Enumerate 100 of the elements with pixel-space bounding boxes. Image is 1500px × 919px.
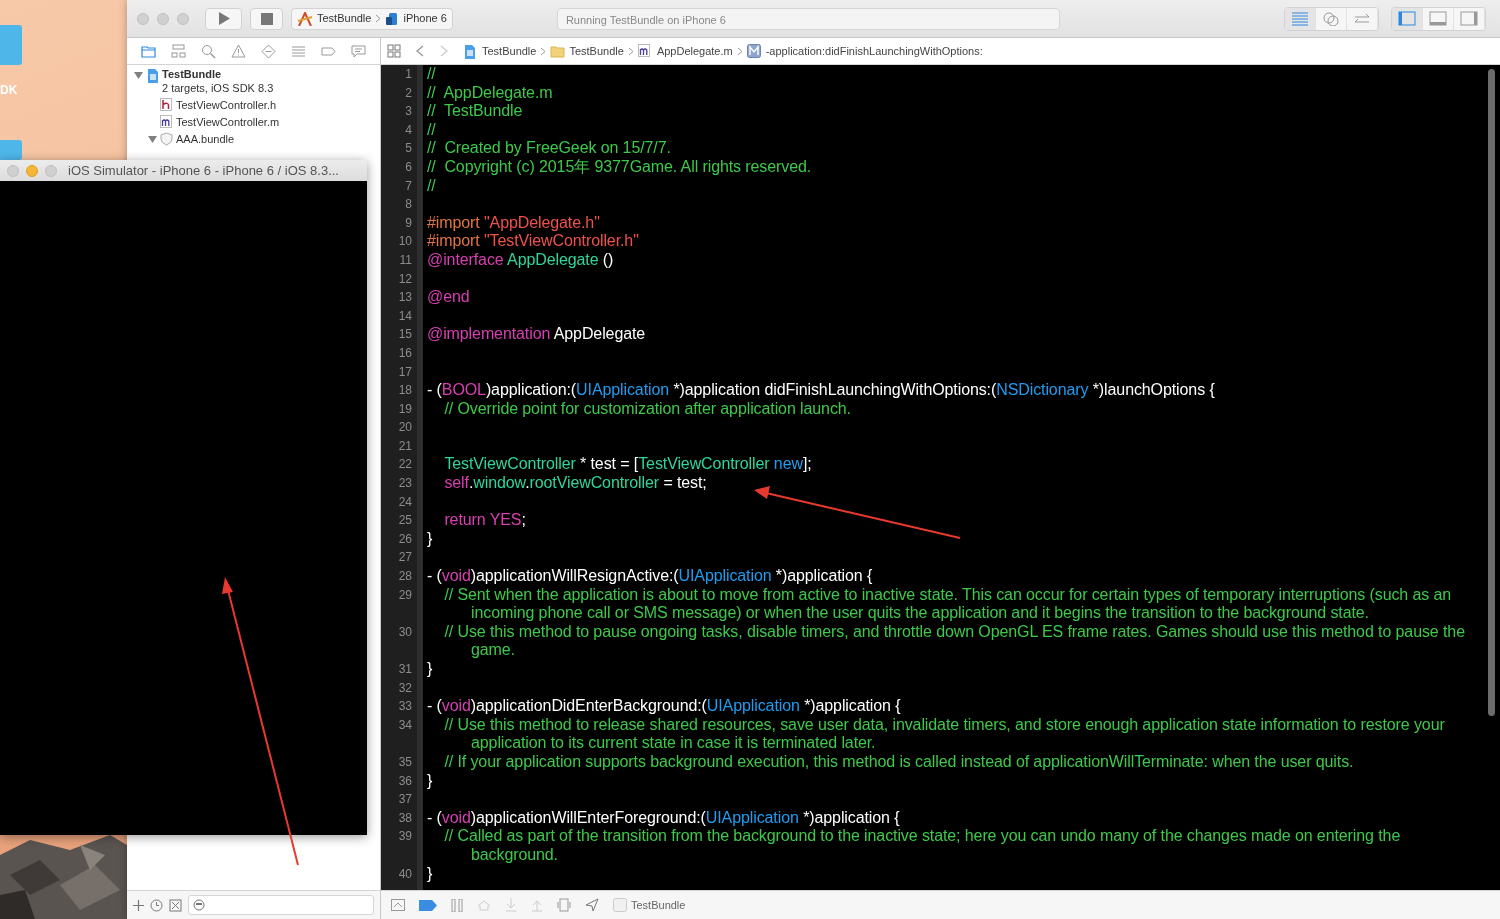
add-icon[interactable]	[133, 899, 144, 911]
warning-icon[interactable]	[230, 43, 246, 59]
breadcrumb[interactable]: AppDelegate.m	[656, 42, 733, 60]
line-number: 2	[404, 84, 413, 102]
step-over-icon[interactable]	[477, 899, 491, 911]
code-line: - (void)applicationDidEnterBackground:(UIApplication *)application {	[426, 697, 902, 716]
location-icon[interactable]	[585, 898, 599, 912]
folder-icon[interactable]	[0, 140, 22, 160]
line-number: 4	[404, 121, 413, 139]
line-number: 37	[397, 791, 413, 809]
app-icon	[613, 898, 627, 912]
scheme-selector[interactable]: TestBundle iPhone 6	[291, 7, 453, 30]
filter-icon	[193, 899, 205, 911]
arrows-icon	[1353, 11, 1371, 26]
line-number: 15	[397, 326, 413, 344]
document-icon	[463, 43, 478, 59]
line-number: 36	[397, 772, 413, 790]
code-line: - (BOOL)application:(UIApplication *)application didFinishLaunchingWithOptions:(NSDictionary *)launchOptions {	[426, 381, 1216, 400]
search-icon[interactable]	[200, 43, 216, 59]
project-subtitle: 2 targets, iOS SDK 8.3	[162, 81, 274, 95]
method-icon	[746, 43, 762, 59]
device-frame-icon[interactable]	[557, 898, 571, 912]
close-button[interactable]	[7, 164, 19, 177]
scrollbar[interactable]	[1488, 69, 1495, 716]
diamond-icon[interactable]	[261, 43, 277, 59]
stop-icon	[260, 12, 273, 25]
line-number: 31	[397, 661, 413, 678]
code-line: //	[426, 65, 437, 84]
code-line: // Override point for customization after application launch.	[443, 399, 852, 419]
lines-icon	[1291, 11, 1309, 26]
line-number: 27	[397, 549, 413, 567]
step-into-icon[interactable]	[505, 898, 517, 912]
line-number: 13	[397, 289, 413, 307]
line-number: 29	[397, 586, 413, 604]
line-number: 28	[397, 568, 413, 586]
code-line: }	[426, 529, 434, 549]
scheme-name: TestBundle	[317, 11, 372, 27]
breadcrumb[interactable]: TestBundle	[569, 42, 624, 60]
code-line: }	[426, 660, 434, 679]
file-name[interactable]: AAA.bundle	[176, 132, 235, 147]
speech-icon[interactable]	[351, 43, 367, 59]
code-line: TestViewController * test = [TestViewController new];	[443, 455, 813, 475]
line-number: 9	[404, 214, 413, 232]
grid-icon[interactable]	[387, 44, 401, 58]
clock-icon[interactable]	[150, 898, 163, 912]
letter-m-icon	[637, 43, 653, 59]
file-name[interactable]: TestViewController.h	[176, 98, 277, 113]
box-icon[interactable]	[169, 898, 182, 912]
line-number: 1	[404, 66, 413, 83]
line-number: 20	[397, 419, 413, 437]
breakpoint-icon[interactable]	[419, 899, 437, 911]
code-line: - (void)applicationWillEnterForeground:(UIApplication *)application {	[426, 808, 901, 828]
close-button[interactable]	[137, 12, 149, 25]
chevron-icon	[540, 46, 547, 56]
step-out-icon[interactable]	[531, 898, 543, 912]
line-number: 16	[397, 344, 413, 362]
back-icon[interactable]	[415, 45, 425, 57]
file-name[interactable]: TestViewController.m	[176, 115, 280, 130]
window-title: iOS Simulator - iPhone 6 - iPhone 6 / iOS 8.3...	[68, 161, 339, 180]
toggle-button[interactable]	[1285, 7, 1316, 30]
line-number: 11	[398, 251, 413, 269]
zoom-button[interactable]	[177, 12, 189, 25]
code-line: // AppDelegate.m	[426, 83, 554, 103]
hierarchy-icon[interactable]	[170, 43, 186, 59]
device-name: iPhone 6	[403, 11, 447, 27]
breadcrumb[interactable]: -application:didFinishLaunchingWithOptions:	[765, 42, 983, 60]
stop-button[interactable]	[250, 7, 283, 30]
target-name[interactable]: TestBundle	[631, 896, 686, 914]
disclosure-triangle[interactable]	[133, 70, 143, 80]
forward-icon[interactable]	[439, 45, 449, 57]
pause-icon[interactable]	[451, 898, 463, 912]
line-number: 34	[397, 716, 413, 734]
disclosure-triangle[interactable]	[147, 134, 157, 144]
line-number: 23	[397, 475, 413, 493]
list-icon[interactable]	[291, 43, 307, 59]
line-number: 8	[404, 196, 413, 214]
hide-panel-icon[interactable]	[391, 899, 405, 911]
line-number: 35	[397, 753, 413, 771]
shield-icon	[160, 132, 173, 147]
code-line: - (void)applicationWillResignActive:(UIApplication *)application {	[426, 567, 874, 586]
code-line: self.window.rootViewController = test;	[443, 474, 708, 493]
line-number: 40	[397, 865, 413, 883]
minimize-button[interactable]	[26, 164, 38, 177]
filter-field[interactable]	[188, 895, 374, 915]
code-line: #import "AppDelegate.h"	[426, 213, 601, 233]
folder-icon[interactable]	[140, 43, 156, 59]
line-number: 25	[397, 512, 413, 530]
line-number: 12	[397, 270, 413, 288]
zoom-button[interactable]	[45, 164, 57, 177]
minimize-button[interactable]	[157, 12, 169, 25]
line-number: 22	[397, 456, 413, 474]
breadcrumb[interactable]: TestBundle	[482, 42, 537, 60]
code-line: // TestBundle	[426, 102, 524, 121]
code-line: //	[426, 176, 437, 196]
chevron-icon	[375, 14, 382, 23]
left-panel-icon	[1398, 11, 1416, 26]
toggle-button[interactable]	[1392, 7, 1423, 30]
project-name[interactable]: TestBundle	[162, 68, 274, 81]
run-button[interactable]	[205, 7, 242, 30]
code-line: }	[426, 864, 434, 884]
